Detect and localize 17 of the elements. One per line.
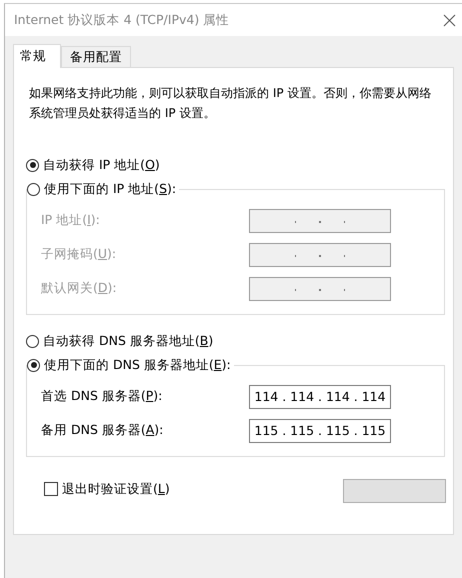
ip-address-field[interactable]: 115 . 115 . 115 . 115 bbox=[249, 418, 391, 442]
field-label: 默认网关(D): bbox=[41, 280, 117, 297]
field-label: 子网掩码(U): bbox=[41, 246, 116, 263]
radio-label[interactable]: 自动获得 DNS 服务器地址(B) bbox=[43, 332, 214, 350]
tab[interactable]: 常规 bbox=[13, 44, 61, 68]
radio-button[interactable] bbox=[26, 334, 39, 348]
checkbox[interactable] bbox=[44, 482, 58, 496]
radio-button[interactable] bbox=[27, 358, 40, 372]
field-label: IP 地址(I): bbox=[41, 212, 100, 229]
close-icon[interactable] bbox=[443, 14, 456, 26]
field-label: 备用 DNS 服务器(A): bbox=[41, 422, 164, 439]
tab[interactable]: 备用配置 bbox=[61, 46, 131, 67]
description-text: 如果网络支持此功能，则可以获取自动指派的 IP 设置。否则，你需要从网络系统管理员处获得适当的 IP 设置。 bbox=[29, 85, 432, 122]
ip-address-field[interactable]: 114 . 114 . 114 . 114 bbox=[249, 384, 391, 408]
checkbox-label[interactable]: 退出时验证设置(L) bbox=[62, 480, 170, 498]
window-title: Internet 协议版本 4 (TCP/IPv4) 属性 bbox=[14, 12, 230, 28]
field-label: 首选 DNS 服务器(P): bbox=[41, 388, 162, 405]
